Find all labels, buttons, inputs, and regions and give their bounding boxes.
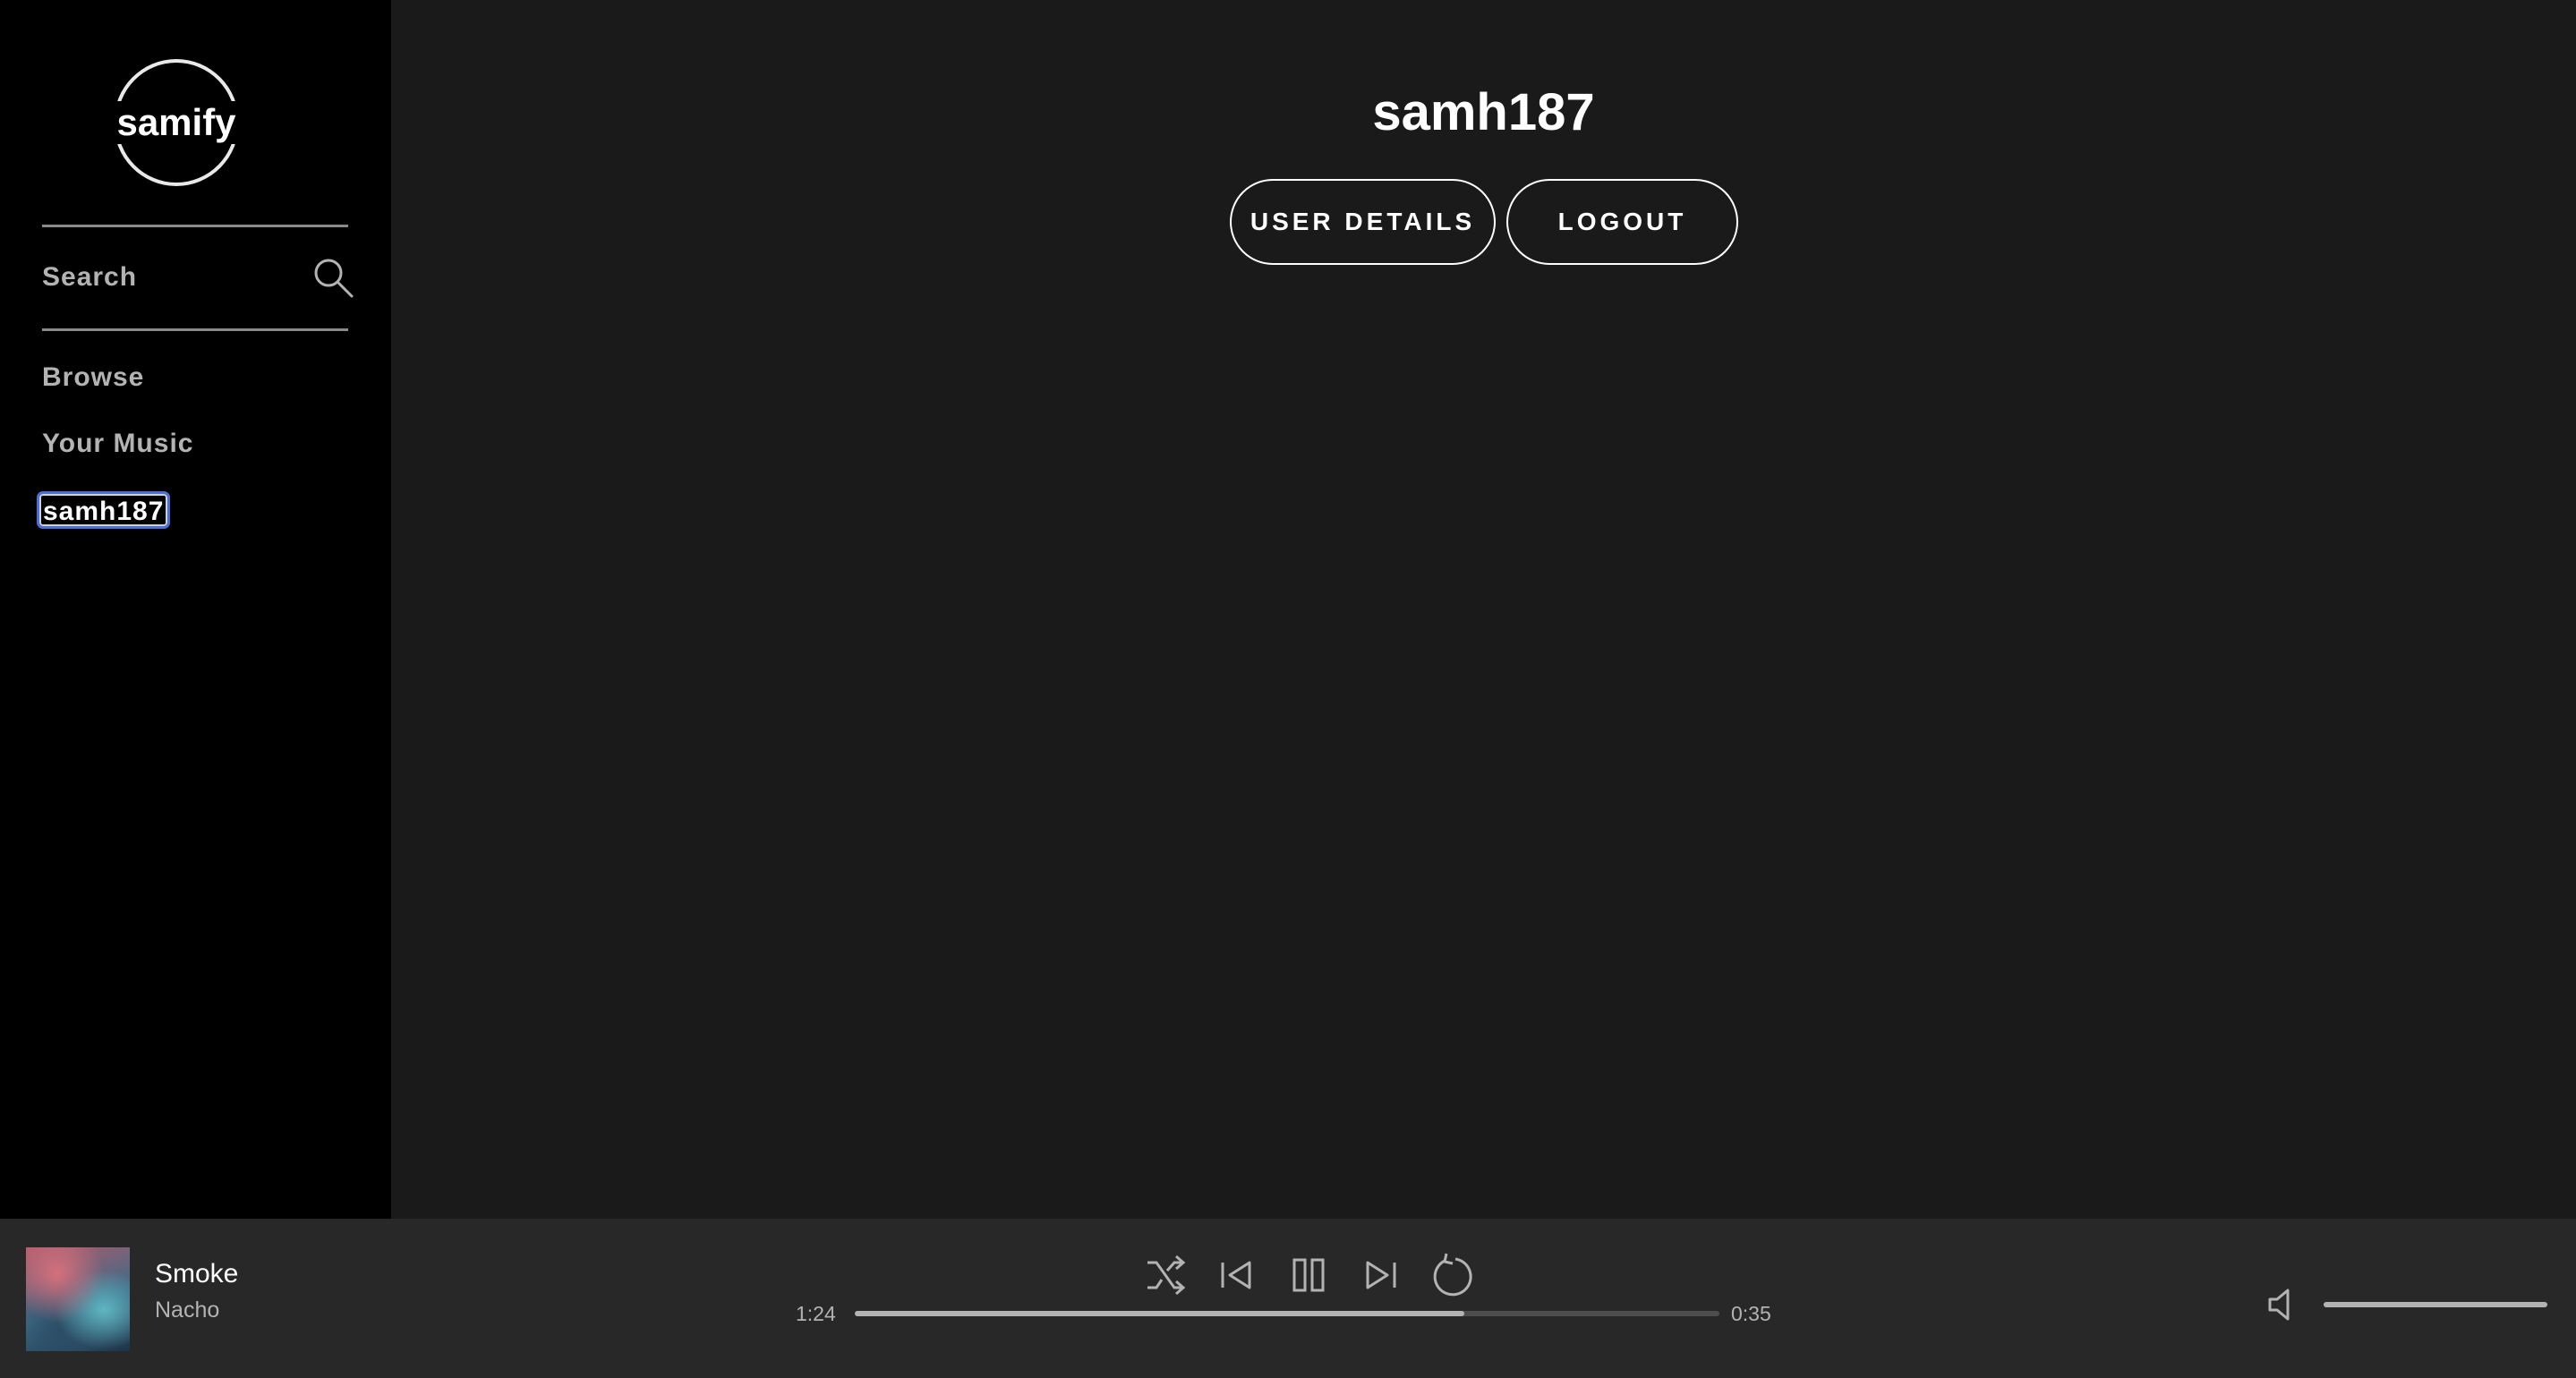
progress-bar[interactable]: [855, 1311, 1719, 1316]
track-title[interactable]: Smoke: [155, 1259, 238, 1289]
volume-slider[interactable]: [2324, 1302, 2547, 1307]
repeat-button[interactable]: [1426, 1249, 1478, 1301]
previous-button[interactable]: [1211, 1249, 1263, 1301]
sidebar-item-your-music[interactable]: Your Music: [42, 428, 193, 460]
sidebar-item-profile[interactable]: samh187: [36, 491, 171, 529]
pause-button[interactable]: [1283, 1249, 1335, 1301]
repeat-icon: [1433, 1253, 1472, 1297]
search-divider-bottom: [42, 328, 348, 331]
previous-icon: [1221, 1261, 1251, 1289]
shuffle-icon: [1147, 1255, 1186, 1296]
sidebar-nav: Browse Your Music samh187: [36, 362, 193, 560]
search-label: Search: [42, 262, 138, 292]
shuffle-button[interactable]: [1139, 1249, 1191, 1301]
pause-icon: [1292, 1258, 1325, 1292]
profile-actions: USER DETAILS LOGOUT: [1230, 179, 1738, 265]
search-icon[interactable]: [311, 255, 355, 300]
samify-logo[interactable]: samify: [111, 59, 242, 186]
page-title: samh187: [391, 82, 2576, 142]
remaining-time: 0:35: [1731, 1302, 1771, 1325]
sidebar: samify Search Browse Your Music samh187: [0, 0, 391, 1219]
username-heading: samh187: [1372, 83, 1595, 141]
main-content: samh187 USER DETAILS LOGOUT: [391, 0, 2576, 1219]
sidebar-item-browse[interactable]: Browse: [42, 362, 193, 394]
playback-controls: [1139, 1249, 1497, 1301]
search-divider-top: [42, 225, 348, 227]
next-icon: [1366, 1261, 1396, 1289]
next-button[interactable]: [1354, 1249, 1406, 1301]
logo-text: samify: [111, 101, 242, 144]
volume-fill: [2324, 1302, 2547, 1307]
player-bar: Smoke Nacho 1:24 0:35: [0, 1219, 2576, 1378]
user-details-button[interactable]: USER DETAILS: [1230, 179, 1496, 265]
progress-fill: [855, 1311, 1465, 1316]
volume-icon[interactable]: [2265, 1287, 2300, 1323]
album-art[interactable]: [26, 1247, 130, 1351]
app-root: samify Search Browse Your Music samh187 …: [0, 0, 2576, 1378]
elapsed-time: 1:24: [796, 1302, 836, 1325]
logout-button[interactable]: LOGOUT: [1506, 179, 1738, 265]
track-artist[interactable]: Nacho: [155, 1297, 219, 1323]
search-field[interactable]: Search: [42, 252, 355, 302]
